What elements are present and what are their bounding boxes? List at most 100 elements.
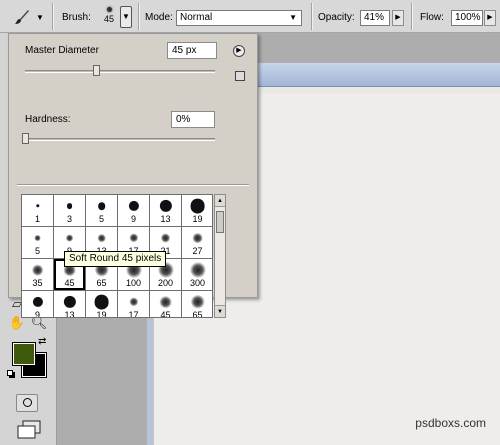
brush-tip-icon [190,198,205,214]
chevron-down-icon: ▼ [289,13,297,22]
hardness-slider[interactable] [25,138,215,141]
brush-tip-icon [97,233,106,243]
mode-label: Mode: [145,12,173,23]
brush-picker-button[interactable]: ▼ [120,6,132,28]
master-diameter-slider-thumb[interactable] [93,65,101,76]
brush-size-label: 13 [64,310,75,318]
brush-tooltip: Soft Round 45 pixels [64,251,167,267]
separator [311,3,313,30]
brush-tip-icon [192,232,203,244]
brush-tip-icon [34,234,41,242]
divider [17,184,249,186]
brush-size-label: 27 [192,246,203,256]
brush-preset[interactable]: 19 [182,195,212,226]
tool-preset-dropdown-icon[interactable]: ▼ [36,13,44,22]
brush-tip-icon [106,7,112,12]
brush-preset[interactable]: 27 [182,227,212,258]
brush-preset[interactable]: 9 [118,195,149,226]
brush-size-label: 300 [189,278,206,288]
brush-tip-icon [94,294,109,310]
brush-size-label: 19 [192,214,203,224]
brush-preset[interactable]: 65 [182,291,212,318]
opacity-label: Opacity: [318,12,355,23]
brush-tip-icon [35,204,40,208]
brush-size-label: 19 [96,310,107,318]
watermark-text: psdboxs.com [415,416,486,430]
brush-tip-icon [128,233,139,243]
master-diameter-slider[interactable] [25,70,215,73]
brush-size-text: 45 [103,14,114,24]
brush-size-label: 65 [192,310,203,318]
master-diameter-label: Master Diameter [25,45,99,56]
brush-preset[interactable]: 13 [150,195,181,226]
mode-value: Normal [180,12,213,23]
scroll-down-icon[interactable]: ▼ [215,305,225,317]
brush-icon[interactable] [14,9,30,25]
brush-tip-icon [189,262,206,278]
scroll-thumb[interactable] [216,211,224,233]
brush-tip-icon [160,233,171,243]
brush-size-label: 45 [160,310,171,318]
brush-size-label: 9 [34,310,40,318]
brush-size-label: 3 [66,214,72,224]
brush-tip-icon [128,297,139,307]
master-diameter-field[interactable]: 45 px [167,42,217,59]
brush-size-label: 65 [96,278,107,288]
separator [138,3,140,30]
brush-tip-icon [190,294,205,310]
brush-tip-icon [159,199,172,213]
separator [52,3,54,30]
brush-size-label: 5 [98,214,104,224]
brush-preset[interactable]: 1 [22,195,53,226]
panel-menu-icon[interactable]: ▶ [233,45,245,57]
brush-preset[interactable]: 17 [118,291,149,318]
brush-preview[interactable]: 45 [99,4,119,30]
flow-slider-button[interactable]: ▶ [484,10,496,26]
brush-preset[interactable]: 5 [22,227,53,258]
brush-preset[interactable]: 45 [150,291,181,318]
brush-size-label: 17 [128,310,139,318]
brush-tip-icon [32,296,43,308]
options-bar: ▼ Brush: 45 ▼ Mode: Normal ▼ Opacity: 41… [0,0,500,33]
preset-scrollbar[interactable]: ▲ ▼ [214,194,226,318]
screen-mode-icon[interactable] [16,420,42,440]
brush-tip-icon [97,202,106,210]
brush-size-label: 100 [125,278,142,288]
flow-field[interactable]: 100% [451,10,483,26]
quick-mask-button[interactable] [16,394,38,412]
hardness-label: Hardness: [25,114,71,125]
brush-size-label: 35 [32,278,43,288]
brush-tip-icon [66,203,73,209]
brush-size-label: 45 [64,278,75,288]
brush-preset[interactable]: 35 [22,259,53,290]
default-colors-icon[interactable] [7,370,15,378]
brush-preset[interactable]: 300 [182,259,212,290]
opacity-slider-button[interactable]: ▶ [392,10,404,26]
scroll-up-icon[interactable]: ▲ [215,195,225,207]
brush-size-label: 200 [157,278,174,288]
hardness-field[interactable]: 0% [171,111,215,128]
brush-preset[interactable]: 13 [54,291,85,318]
opacity-field[interactable]: 41% [360,10,390,26]
brush-tip-icon [63,295,76,309]
brush-size-label: 13 [160,214,171,224]
separator [411,3,413,30]
brush-size-label: 9 [130,214,136,224]
brush-tip-icon [128,200,139,212]
hardness-slider-thumb[interactable] [22,133,29,144]
brush-preset[interactable]: 9 [22,291,53,318]
new-preset-icon[interactable] [235,71,245,81]
swap-colors-icon[interactable]: ⇄ [38,336,46,347]
brush-tip-icon [65,234,74,242]
brush-tip-icon [159,295,172,309]
mode-select[interactable]: Normal ▼ [176,10,302,26]
brush-size-label: 5 [34,246,40,256]
brush-preset[interactable]: 5 [86,195,117,226]
brush-preset[interactable]: 19 [86,291,117,318]
brush-label: Brush: [62,12,91,23]
brush-preset[interactable]: 3 [54,195,85,226]
brush-tip-icon [31,264,44,276]
foreground-color-swatch[interactable] [12,342,36,366]
quick-mask-icon [23,398,32,407]
flow-label: Flow: [420,12,444,23]
